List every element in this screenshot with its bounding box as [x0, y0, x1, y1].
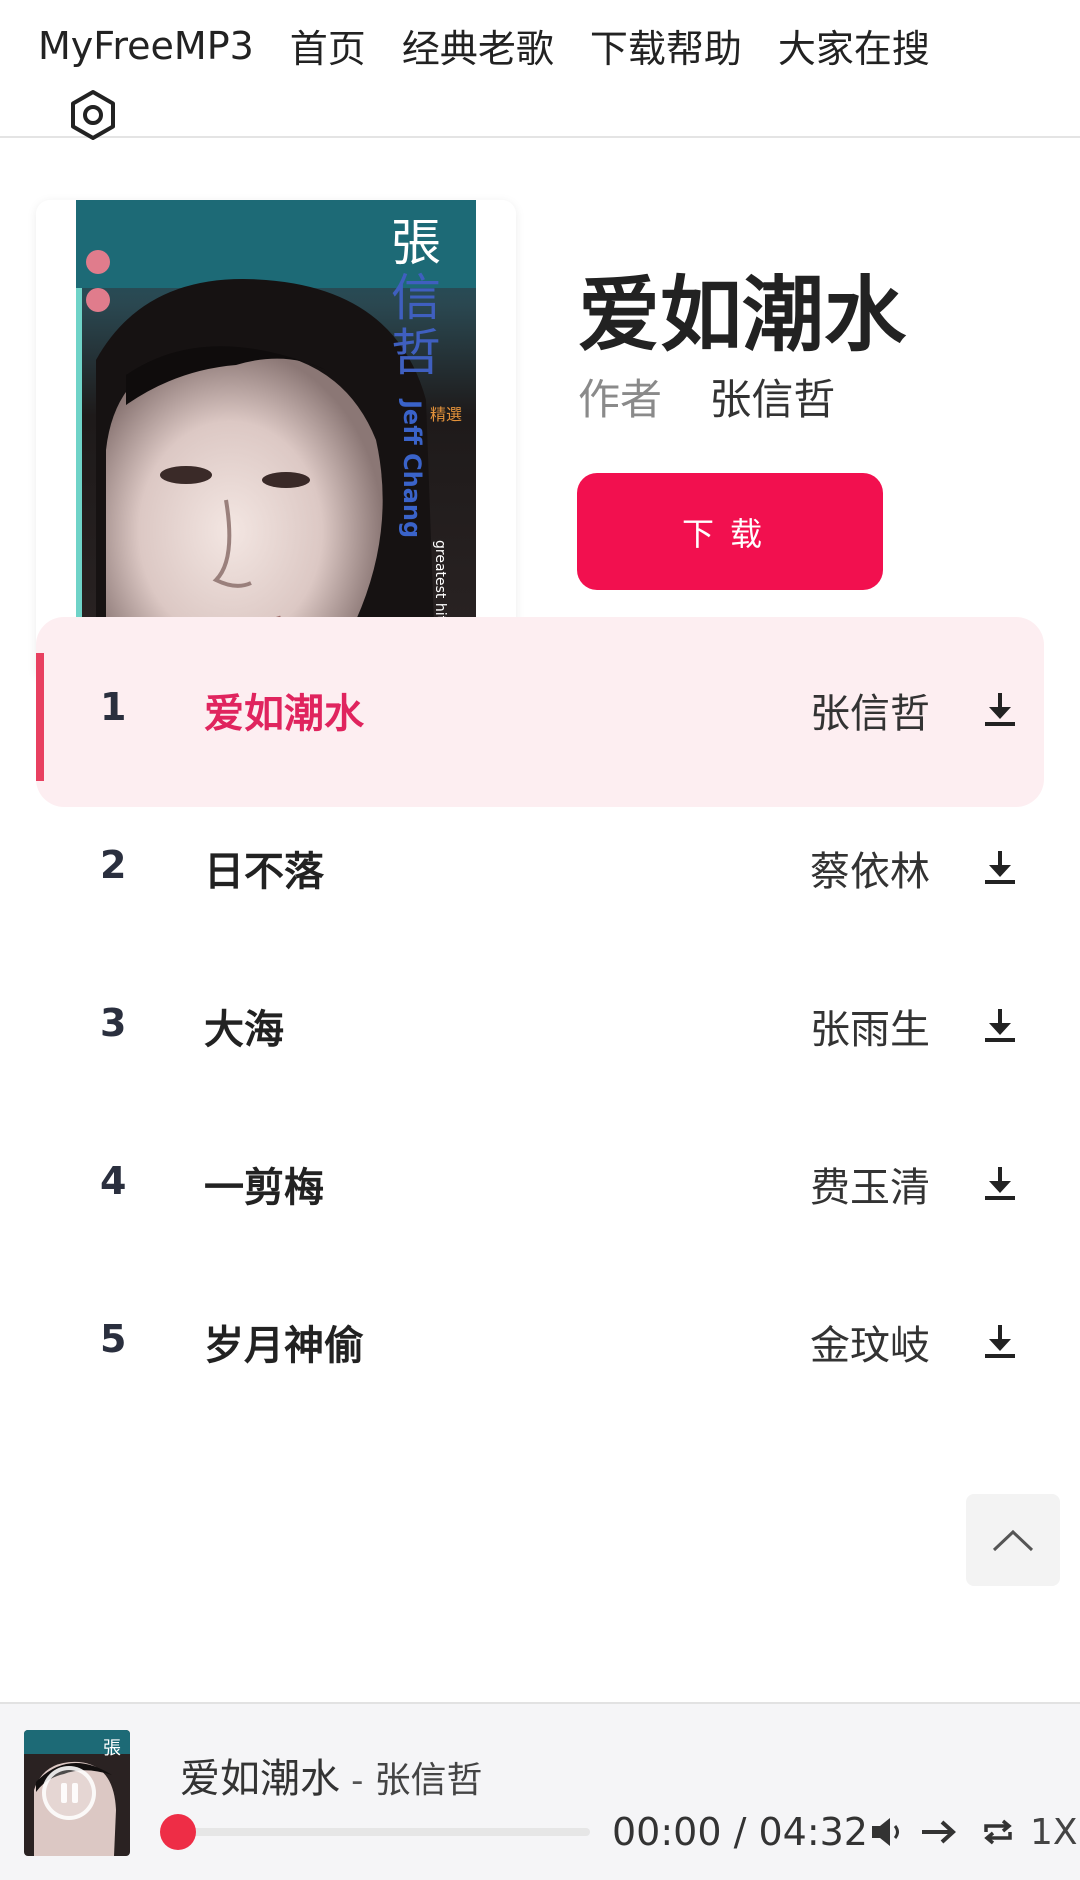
- track-artist[interactable]: 费玉清: [810, 1155, 930, 1213]
- player-cover-text: 張: [103, 1738, 121, 1759]
- download-button[interactable]: 下载: [577, 473, 883, 590]
- now-playing-artist: 张信哲: [374, 1760, 483, 1801]
- nav-link-home[interactable]: 首页: [290, 18, 366, 73]
- track-number: 1: [100, 685, 127, 729]
- arrow-right-icon[interactable]: [918, 1812, 958, 1852]
- top-nav: MyFreeMP3 首页 经典老歌 下载帮助 大家在搜: [0, 0, 1080, 140]
- playback-speed[interactable]: 1X: [1030, 1812, 1078, 1853]
- download-icon[interactable]: [980, 1321, 1020, 1361]
- now-playing: 爱如潮水 - 张信哲: [180, 1746, 482, 1804]
- track-artist[interactable]: 蔡依林: [810, 839, 930, 897]
- album-cover-art: 張 信 哲 精選 Jeff Chang greatest hits: [36, 200, 516, 680]
- progress-bar[interactable]: [176, 1828, 590, 1836]
- download-icon[interactable]: [980, 1005, 1020, 1045]
- playback-time: 00:00 / 04:32: [612, 1810, 868, 1854]
- download-icon[interactable]: [980, 847, 1020, 887]
- back-to-top-button[interactable]: [966, 1494, 1060, 1586]
- cover-artist-en: Jeff Chang: [398, 398, 426, 538]
- nav-link-classic-songs[interactable]: 经典老歌: [402, 18, 554, 73]
- nav-brand[interactable]: MyFreeMP3: [38, 24, 254, 68]
- track-title[interactable]: 一剪梅: [204, 1155, 324, 1213]
- track-row[interactable]: 5 岁月神偷 金玟岐: [36, 1249, 1044, 1439]
- nav-links: MyFreeMP3 首页 经典老歌 下载帮助 大家在搜: [38, 18, 966, 73]
- track-title[interactable]: 岁月神偷: [204, 1313, 364, 1371]
- track-artist[interactable]: 张雨生: [810, 997, 930, 1055]
- nav-link-download-help[interactable]: 下载帮助: [590, 18, 742, 73]
- active-indicator: [36, 653, 44, 781]
- audio-player: 張 爱如潮水 - 张信哲 00:00 / 04:32 1X: [0, 1702, 1080, 1880]
- now-playing-title: 爱如潮水: [180, 1756, 340, 1802]
- nav-link-trending-searches[interactable]: 大家在搜: [778, 18, 930, 73]
- author-row: 作者 张信哲: [578, 366, 835, 427]
- download-icon[interactable]: [980, 1163, 1020, 1203]
- volume-icon[interactable]: [866, 1812, 906, 1852]
- gear-icon[interactable]: [66, 88, 120, 142]
- track-title[interactable]: 爱如潮水: [204, 681, 364, 739]
- cover-collection: 精選: [430, 405, 462, 424]
- author-label: 作者: [578, 375, 663, 424]
- track-title[interactable]: 日不落: [204, 839, 324, 897]
- album-cover: 張 信 哲 精選 Jeff Chang greatest hits: [36, 200, 516, 680]
- track-title[interactable]: 大海: [204, 997, 284, 1055]
- song-title: 爱如潮水: [578, 268, 907, 363]
- cover-subtitle: greatest hits: [432, 540, 448, 628]
- chevron-up-icon: [992, 1529, 1034, 1552]
- track-artist[interactable]: 金玟岐: [810, 1313, 930, 1371]
- cover-artist-cn-3: 哲: [391, 324, 441, 382]
- track-number: 5: [100, 1317, 127, 1361]
- track-number: 3: [100, 1001, 127, 1045]
- track-number: 2: [100, 843, 127, 887]
- track-number: 4: [100, 1159, 127, 1203]
- track-artist[interactable]: 张信哲: [810, 681, 930, 739]
- cover-artist-cn-1: 張: [391, 214, 441, 272]
- pause-button[interactable]: [42, 1766, 96, 1820]
- author-name[interactable]: 张信哲: [709, 375, 835, 424]
- repeat-icon[interactable]: [978, 1812, 1018, 1852]
- cover-artist-cn-2: 信: [391, 269, 441, 327]
- progress-knob[interactable]: [160, 1814, 196, 1850]
- download-icon[interactable]: [980, 689, 1020, 729]
- now-playing-separator: -: [351, 1761, 364, 1801]
